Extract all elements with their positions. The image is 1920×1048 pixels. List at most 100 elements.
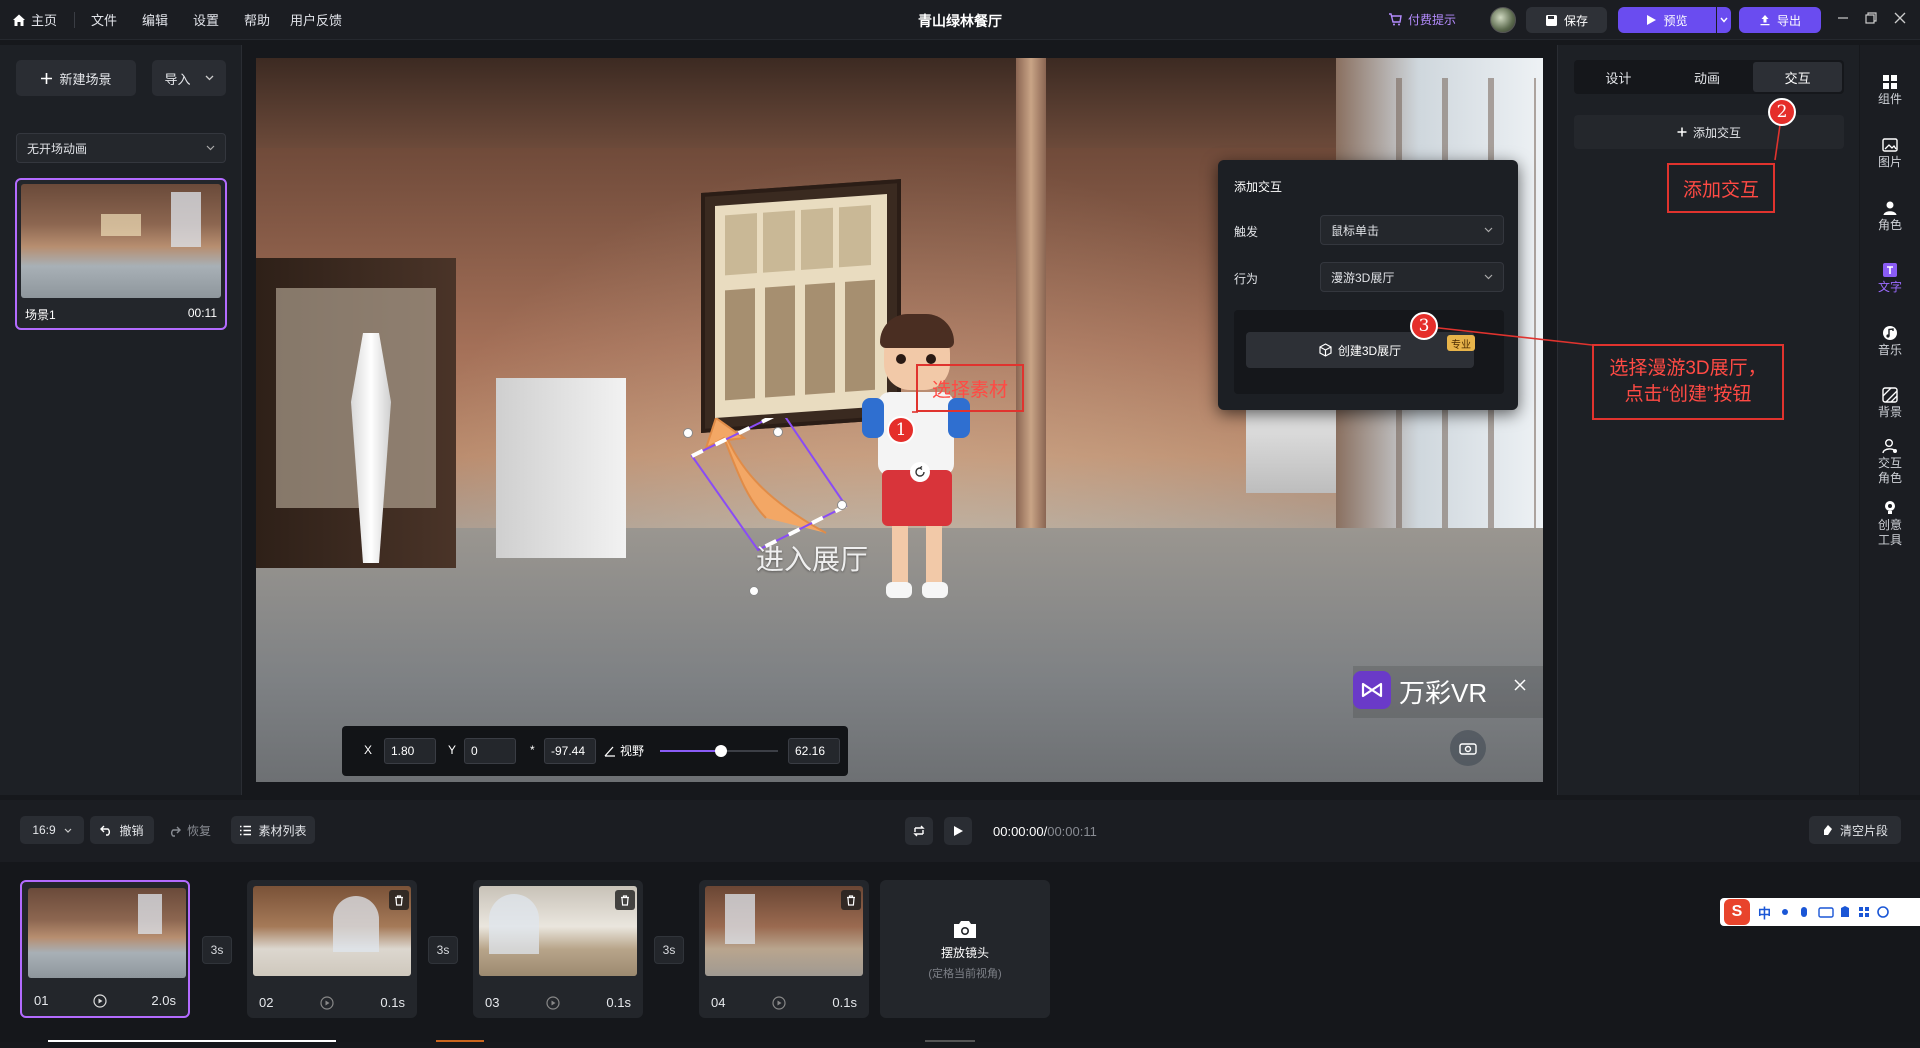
hotspot-text[interactable]: 进入展厅: [756, 538, 868, 578]
loop-button[interactable]: [905, 817, 933, 845]
rail-item-creative-tools[interactable]: 创意 工具: [1860, 500, 1920, 548]
import-button[interactable]: 导入: [152, 60, 226, 96]
screenshot-button[interactable]: [1450, 730, 1486, 766]
clip-card[interactable]: 02 0.1s: [247, 880, 417, 1018]
preview-button[interactable]: 预览: [1618, 7, 1716, 33]
undo-label: 撤销: [119, 823, 144, 838]
brand-logo-icon: [1353, 671, 1391, 709]
scene-panel: 新建场景 导入 无开场动画 场景1 00:11: [0, 45, 242, 795]
home-menu[interactable]: 主页: [12, 10, 57, 29]
menu-settings[interactable]: 设置: [193, 10, 219, 29]
play-button[interactable]: [944, 817, 972, 845]
scene-duration: 00:11: [187, 306, 217, 320]
camera-coord-bar: X 1.80 Y 0 * -97.44 视野 62.16: [342, 726, 848, 776]
play-circle-icon[interactable]: [320, 995, 334, 1010]
rail-item-components[interactable]: 组件: [1860, 74, 1920, 107]
play-circle-icon[interactable]: [93, 993, 107, 1008]
clear-clips-label: 清空片段: [1839, 823, 1888, 838]
rail-item-interactive-role[interactable]: 交互 角色: [1860, 438, 1920, 486]
brand-name: 万彩VR: [1399, 678, 1488, 708]
save-button[interactable]: 保存: [1526, 7, 1607, 33]
fov-slider[interactable]: [660, 745, 778, 757]
chevron-down-icon: [1484, 227, 1493, 233]
rail-item-music[interactable]: 音乐: [1860, 325, 1920, 358]
clear-clips-button[interactable]: 清空片段: [1809, 816, 1901, 844]
scene-animation-select[interactable]: 无开场动画: [16, 133, 226, 163]
add-interaction-button[interactable]: 添加交互: [1574, 115, 1844, 149]
delete-clip-button[interactable]: [615, 890, 635, 910]
undo-button[interactable]: 撤销: [90, 816, 154, 844]
new-scene-button[interactable]: 新建场景: [16, 60, 136, 96]
create-3d-hall-button[interactable]: 创建3D展厅: [1246, 332, 1474, 368]
fov-input[interactable]: 62.16: [788, 738, 840, 764]
hotspot-arrow[interactable]: [676, 418, 876, 608]
clip-id: 01: [34, 993, 49, 1008]
action-select[interactable]: 漫游3D展厅: [1320, 262, 1504, 292]
delete-clip-button[interactable]: [841, 890, 861, 910]
transition-button[interactable]: 3s: [428, 936, 458, 964]
step-badge-2: 2: [1768, 98, 1796, 126]
clip-duration: 0.1s: [380, 995, 405, 1010]
transition-button[interactable]: 3s: [202, 936, 232, 964]
clip-card[interactable]: 04 0.1s: [699, 880, 869, 1018]
asset-list-button[interactable]: 素材列表: [231, 816, 315, 844]
trigger-select[interactable]: 鼠标单击: [1320, 215, 1504, 245]
minimize-icon[interactable]: [1836, 11, 1850, 28]
resize-handle[interactable]: [773, 427, 783, 437]
place-camera-button[interactable]: 摆放镜头 (定格当前视角): [880, 880, 1050, 1018]
pay-hint-link[interactable]: 付费提示: [1388, 11, 1456, 28]
menu-edit[interactable]: 编辑: [142, 10, 168, 29]
close-icon[interactable]: [1893, 11, 1907, 28]
restore-icon[interactable]: [1864, 11, 1878, 28]
rail-item-roles[interactable]: 角色: [1860, 200, 1920, 233]
rail-item-text[interactable]: 文字: [1860, 262, 1920, 295]
trash-icon: [847, 894, 855, 906]
rotate-handle[interactable]: [910, 462, 930, 482]
play-circle-icon[interactable]: [546, 995, 560, 1010]
redo-button[interactable]: 恢复: [168, 822, 211, 839]
rail-item-images[interactable]: 图片: [1860, 137, 1920, 170]
transition-button[interactable]: 3s: [654, 936, 684, 964]
close-watermark-icon[interactable]: [1513, 678, 1527, 695]
delete-clip-button[interactable]: [389, 890, 409, 910]
top-bar: 主页 文件 编辑 设置 帮助 用户反馈 青山绿林餐厅 付费提示 保存 预览 导出: [0, 0, 1920, 40]
y-input[interactable]: 0: [464, 738, 516, 764]
scene-card[interactable]: 场景1 00:11: [15, 178, 227, 330]
export-button[interactable]: 导出: [1739, 7, 1821, 33]
aspect-ratio-select[interactable]: 16:9: [20, 816, 84, 844]
clip-card[interactable]: 01 2.0s: [20, 880, 190, 1018]
fov-slider-fill: [660, 750, 722, 752]
menu-feedback[interactable]: 用户反馈: [290, 10, 342, 29]
tab-interaction[interactable]: 交互: [1753, 62, 1843, 92]
preview-dropdown[interactable]: [1717, 7, 1731, 33]
scene-name: 场景1: [25, 308, 56, 322]
import-label: 导入: [164, 71, 191, 87]
play-icon: [1647, 15, 1657, 25]
clip-card[interactable]: 03 0.1s: [473, 880, 643, 1018]
pillar: [1016, 58, 1046, 578]
fov-slider-knob[interactable]: [715, 745, 728, 757]
clip-id: 04: [711, 995, 726, 1010]
home-icon: [13, 14, 25, 26]
tab-animation[interactable]: 动画: [1663, 60, 1752, 94]
timecode: 00:00:00/00:00:11: [993, 824, 1097, 839]
person-icon: [1883, 201, 1897, 215]
tab-design[interactable]: 设计: [1574, 60, 1663, 94]
x-input[interactable]: 1.80: [384, 738, 436, 764]
avatar[interactable]: [1490, 7, 1516, 33]
resize-handle[interactable]: [837, 500, 847, 510]
resize-handle[interactable]: [683, 428, 693, 438]
play-circle-icon[interactable]: [772, 995, 786, 1010]
ime-mode[interactable]: 中: [1758, 903, 1771, 922]
z-input[interactable]: -97.44: [544, 738, 596, 764]
menu-help[interactable]: 帮助: [244, 10, 270, 29]
resize-handle[interactable]: [749, 586, 759, 596]
clip-id: 02: [259, 995, 274, 1010]
export-label: 导出: [1776, 13, 1801, 28]
clip-thumbnail: [253, 886, 411, 976]
rotate-icon: [915, 466, 925, 477]
ime-toolbar[interactable]: S 中: [1720, 898, 1920, 926]
menu-file[interactable]: 文件: [91, 10, 117, 29]
rail-item-background[interactable]: 背景: [1860, 387, 1920, 420]
scrollbar-thumb[interactable]: [48, 1040, 336, 1042]
